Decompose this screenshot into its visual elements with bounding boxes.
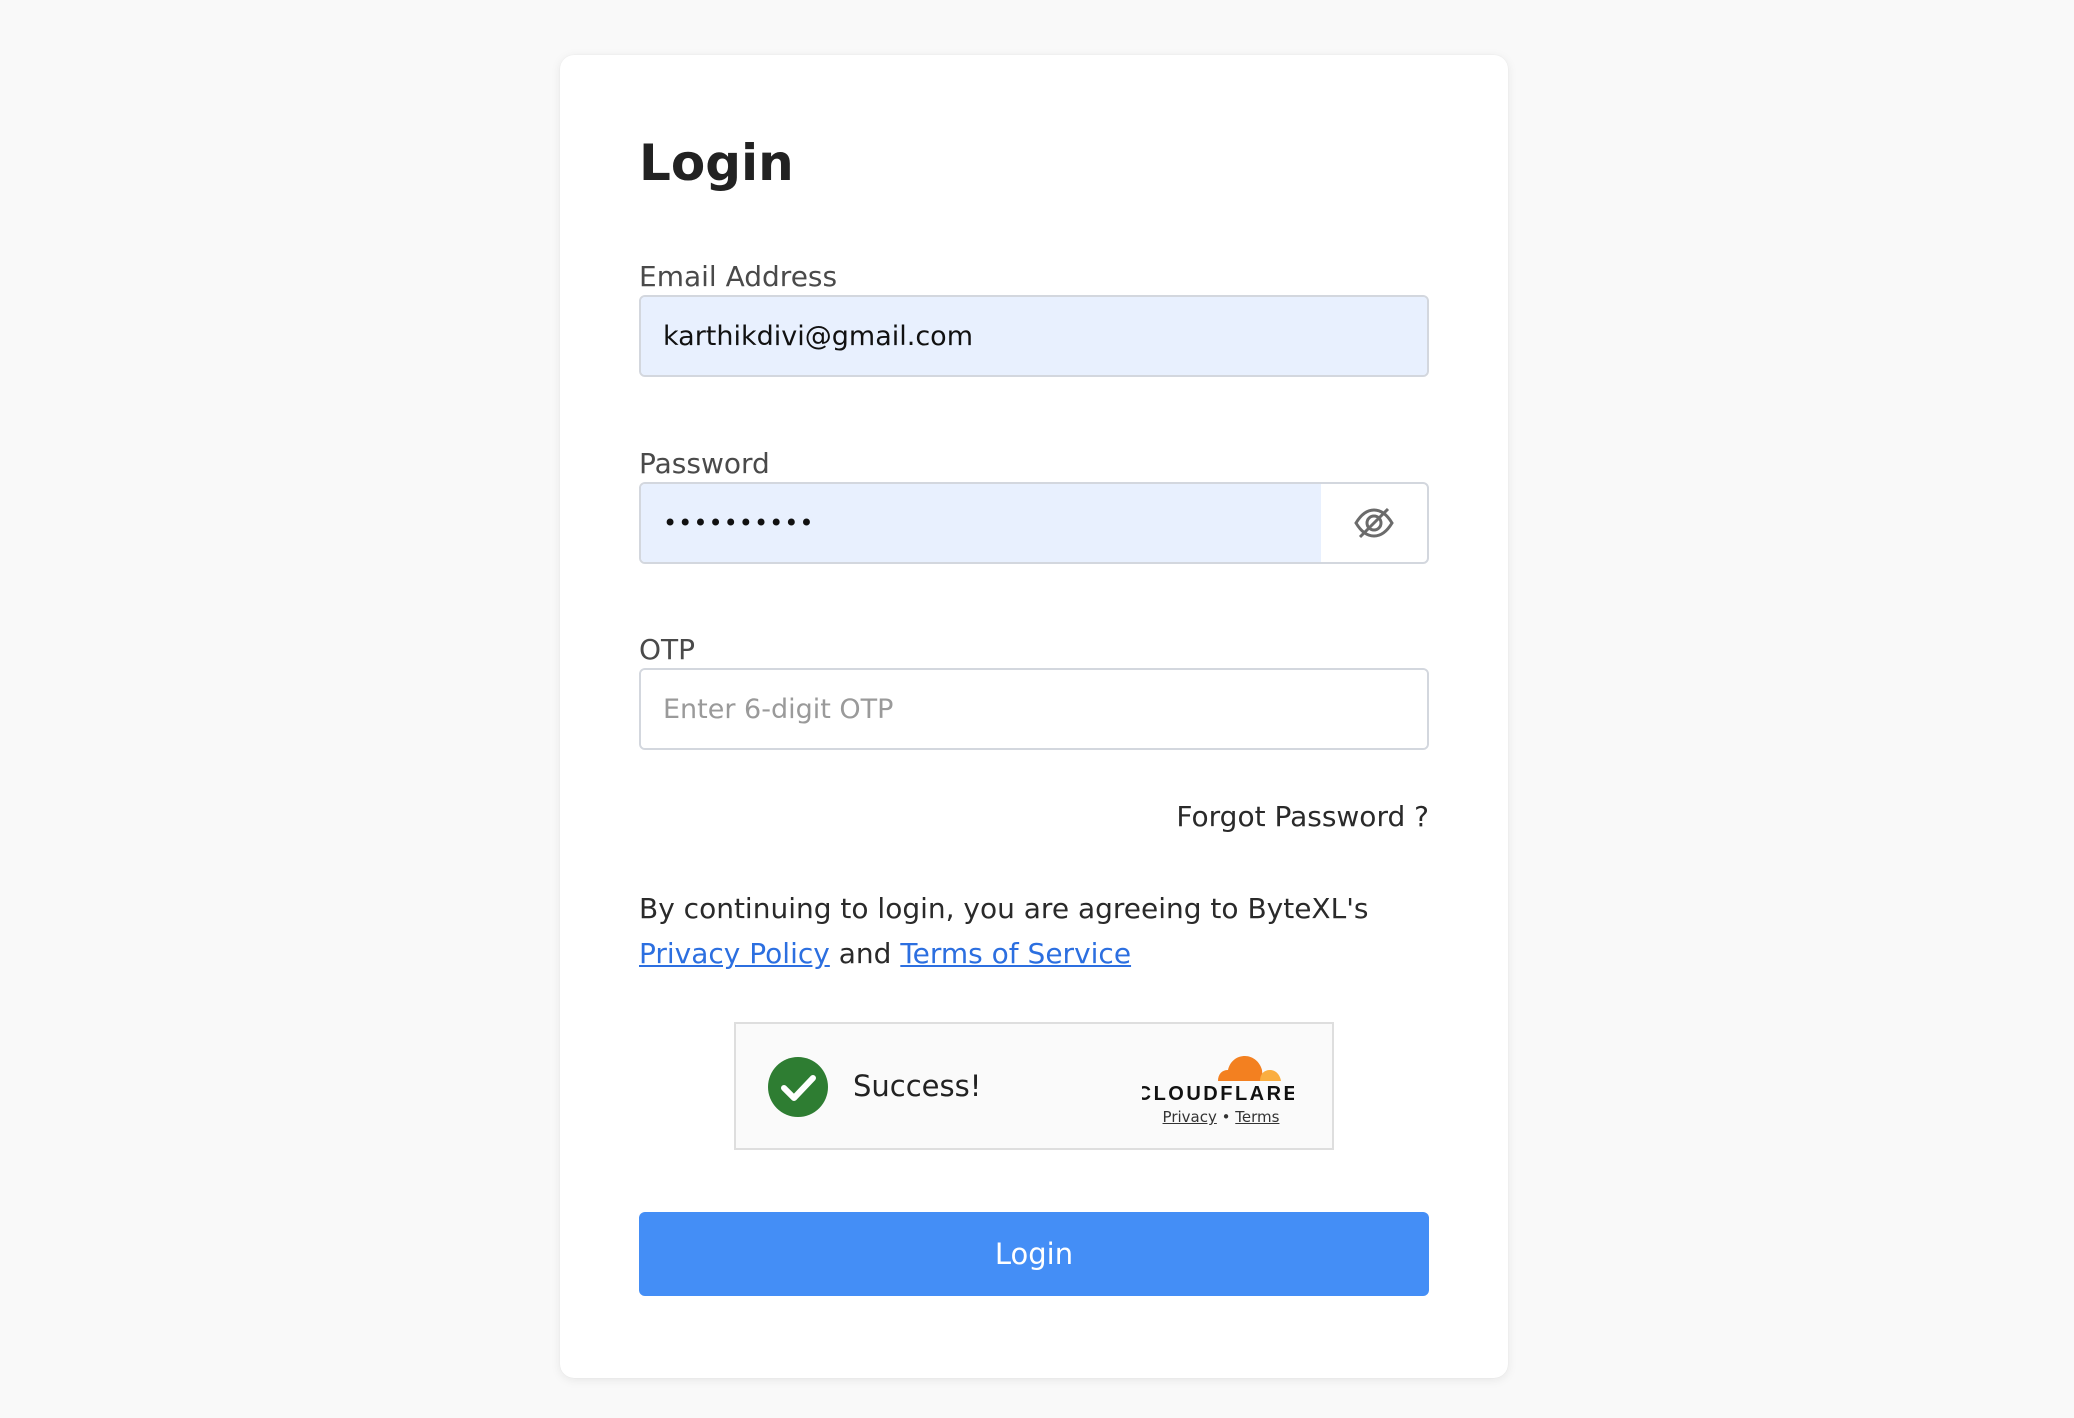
cloudflare-captcha-widget[interactable]: Success! CLOUDFLARE Privacy • Terms (734, 1022, 1334, 1150)
page-title: Login (639, 134, 794, 192)
email-field-box (639, 295, 1429, 377)
email-field[interactable] (641, 297, 1427, 375)
password-field[interactable] (641, 484, 1321, 562)
cloudflare-terms-link[interactable]: Terms (1235, 1108, 1279, 1126)
eye-off-icon[interactable] (1321, 484, 1427, 562)
terms-notice: By continuing to login, you are agreeing… (639, 886, 1449, 976)
cloudflare-wordmark: CLOUDFLARE (1142, 1083, 1294, 1105)
cloudflare-links: Privacy • Terms (1136, 1108, 1306, 1126)
login-card: Login Email Address Password OTP Forgot … (560, 55, 1508, 1378)
check-circle-icon (768, 1057, 828, 1117)
cloudflare-logo: CLOUDFLARE (1142, 1056, 1294, 1105)
terms-conjunction: and (829, 937, 901, 970)
password-label: Password (639, 447, 770, 480)
otp-field-box (639, 668, 1429, 750)
forgot-password-link[interactable]: Forgot Password ? (1176, 800, 1429, 833)
otp-label: OTP (639, 633, 696, 666)
captcha-status: Success! (853, 1069, 982, 1103)
password-field-box (639, 482, 1429, 564)
cloudflare-privacy-link[interactable]: Privacy (1163, 1108, 1217, 1126)
cloudflare-link-separator: • (1221, 1108, 1231, 1126)
terms-of-service-link[interactable]: Terms of Service (900, 937, 1131, 970)
terms-prefix: By continuing to login, you are agreeing… (639, 892, 1369, 925)
privacy-policy-link[interactable]: Privacy Policy (639, 937, 830, 970)
otp-field[interactable] (641, 670, 1427, 748)
login-button[interactable]: Login (639, 1212, 1429, 1296)
email-label: Email Address (639, 260, 838, 293)
